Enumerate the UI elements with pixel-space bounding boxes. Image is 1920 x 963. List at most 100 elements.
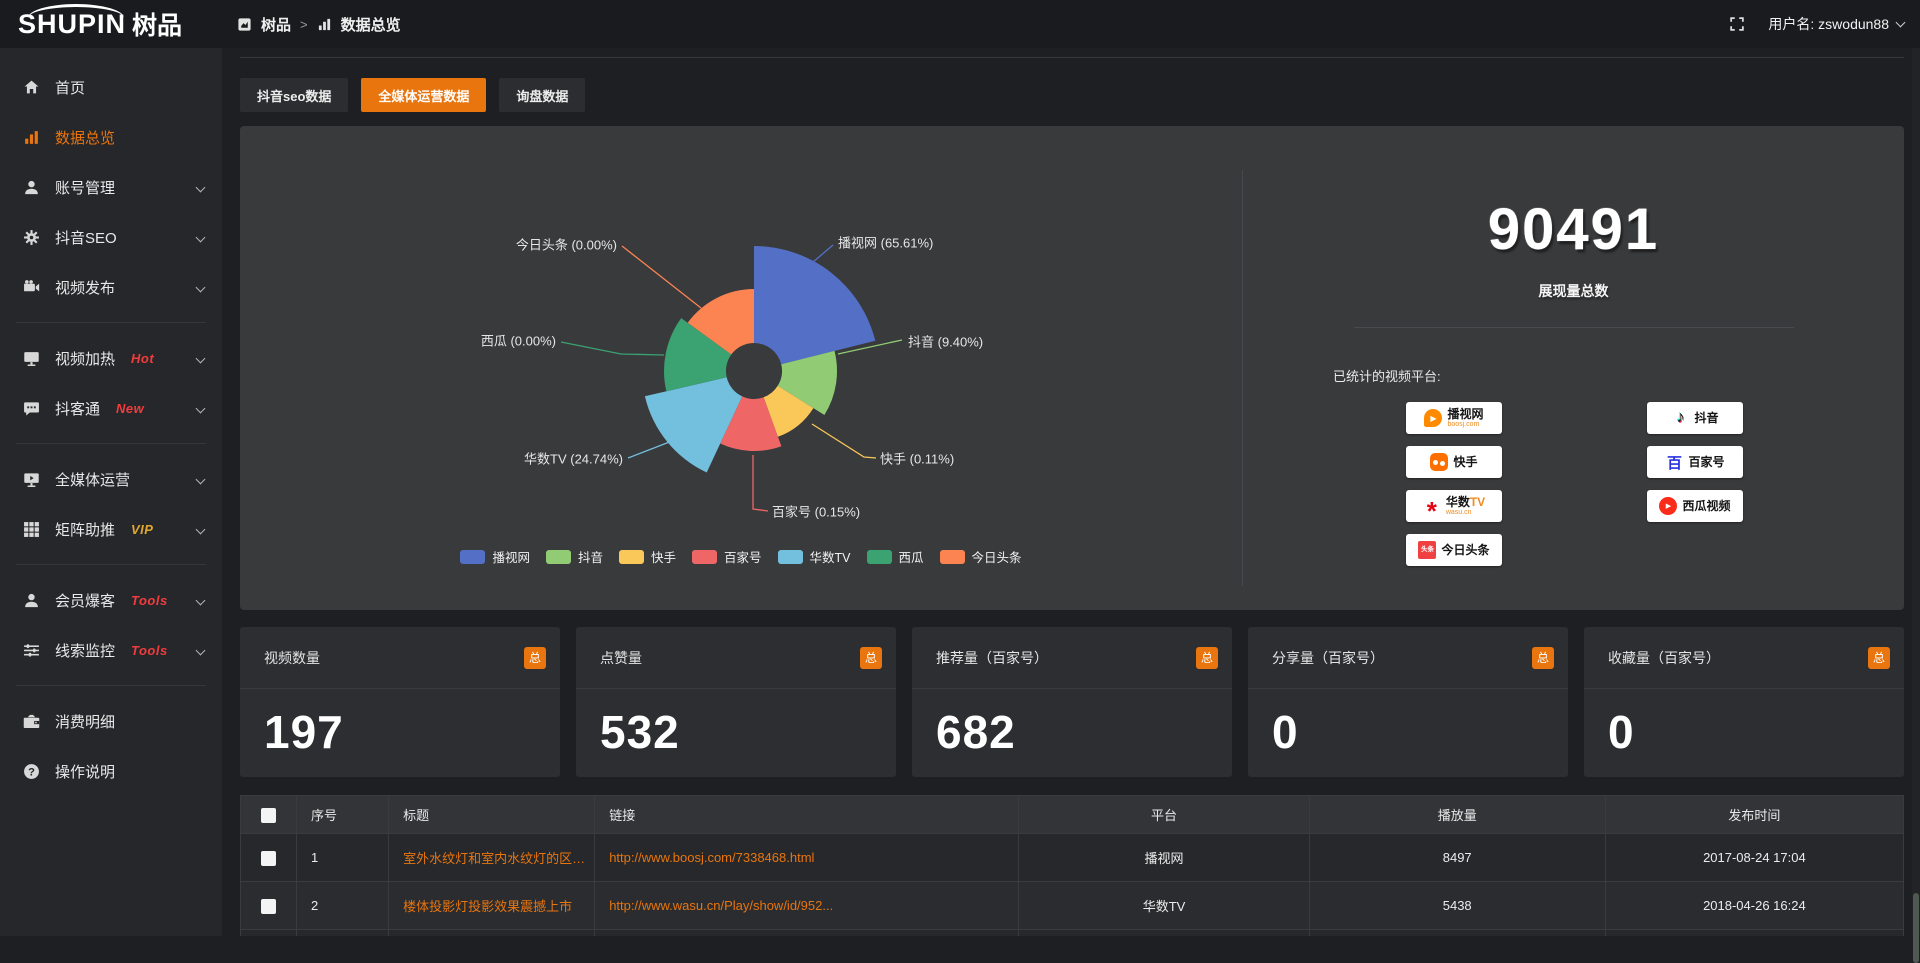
scrollbar-thumb[interactable] <box>1913 893 1919 963</box>
sidebar-item-label: 抖客通 <box>55 398 100 419</box>
select-all-header[interactable] <box>241 796 297 834</box>
tab-bar: 抖音seo数据全媒体运营数据询盘数据 <box>240 78 585 112</box>
platform-badge-今日头条: 头条今日头条 <box>1406 534 1502 566</box>
sidebar-item-label: 数据总览 <box>55 127 115 148</box>
cell-platform <box>1019 930 1309 937</box>
fullscreen-icon[interactable] <box>1728 15 1746 33</box>
tab-询盘数据[interactable]: 询盘数据 <box>499 78 585 112</box>
divider <box>16 322 206 323</box>
boosj-icon: ▶ <box>1424 409 1442 427</box>
rose-pie-chart: 播视网 (65.61%)抖音 (9.40%)快手 (0.11%)百家号 (0.1… <box>240 126 1242 610</box>
topbar: SHUPIN 树品 树品 > 数据总览 用户名: zswodun88 <box>0 0 1920 48</box>
total-badge: 总 <box>860 647 882 669</box>
sidebar-item-1-首页[interactable]: 首页 <box>0 62 222 112</box>
sidebar-item-2-数据总览[interactable]: 数据总览 <box>0 112 222 162</box>
legend-item-快手[interactable]: 快手 <box>619 547 676 566</box>
platform-column-left: ▶播视网boosj.com快手*华数TVwasu.cn头条今日头条 <box>1406 402 1502 566</box>
legend-label: 播视网 <box>492 547 530 566</box>
sidebar-item-7-抖客通[interactable]: 抖客通New <box>0 383 222 433</box>
platform-badge-华数TV: *华数TVwasu.cn <box>1406 490 1502 522</box>
cell-title[interactable] <box>389 930 595 937</box>
platform-name: 播视网 <box>1447 408 1483 420</box>
sidebar-item-4-抖音SEO[interactable]: 抖音SEO <box>0 212 222 262</box>
select-all-checkbox[interactable] <box>261 808 276 823</box>
cell-title[interactable]: 室外水纹灯和室内水纹灯的区别和简介 <box>389 834 595 882</box>
breadcrumb-item-root[interactable]: 树品 <box>261 14 291 35</box>
label-line <box>628 441 672 458</box>
stat-card-value: 0 <box>1248 689 1568 759</box>
brand-name-cn: 树品 <box>132 6 182 42</box>
chevron-down-icon <box>196 283 206 293</box>
main-content: 抖音seo数据全媒体运营数据询盘数据 播视网 (65.61%)抖音 (9.40%… <box>222 48 1920 936</box>
platforms-label: 已统计的视频平台: <box>1333 366 1441 385</box>
legend-label: 西瓜 <box>899 547 924 566</box>
sidebar-item-3-账号管理[interactable]: 账号管理 <box>0 162 222 212</box>
cell-plays: 8497 <box>1309 834 1605 882</box>
platform-name: 抖音 <box>1694 412 1718 424</box>
pie-slice-华数TV[interactable] <box>645 377 742 472</box>
legend-item-西瓜[interactable]: 西瓜 <box>867 547 924 566</box>
tab-抖音seo数据[interactable]: 抖音seo数据 <box>240 78 348 112</box>
pie-slice-播视网[interactable] <box>754 246 875 364</box>
sidebar-item-10-会员爆客[interactable]: 会员爆客Tools <box>0 575 222 625</box>
douyin-icon: ♪ <box>1671 409 1689 427</box>
chart-panel: 播视网 (65.61%)抖音 (9.40%)快手 (0.11%)百家号 (0.1… <box>240 126 1904 610</box>
user-icon <box>23 179 40 196</box>
wallet-icon <box>23 713 40 730</box>
cell-plays <box>1309 930 1605 937</box>
column-header-标题: 标题 <box>389 796 595 834</box>
chevron-down-icon <box>196 646 206 656</box>
row-checkbox[interactable] <box>261 851 276 866</box>
legend-chip <box>619 550 644 564</box>
home-icon <box>23 79 40 96</box>
scrollbar[interactable] <box>1912 48 1920 936</box>
gear-icon <box>23 229 40 246</box>
user-menu[interactable]: 用户名: zswodun88 <box>1768 14 1904 34</box>
breadcrumb-item-current[interactable]: 数据总览 <box>341 14 401 35</box>
row-checkbox[interactable] <box>261 899 276 914</box>
legend-item-今日头条[interactable]: 今日头条 <box>940 547 1022 566</box>
stat-card-分享量（百家号）: 分享量（百家号）总0 <box>1248 627 1568 777</box>
legend-item-百家号[interactable]: 百家号 <box>692 547 762 566</box>
platform-name: 西瓜视频 <box>1682 500 1730 512</box>
sidebar-item-badge: Tools <box>131 643 168 658</box>
video-table: 序号标题链接平台播放量发布时间1室外水纹灯和室内水纹灯的区别和简介http://… <box>240 795 1904 936</box>
cell-publish-time: 2017-08-24 17:04 <box>1605 834 1903 882</box>
sidebar-item-13-操作说明[interactable]: ? 操作说明 <box>0 746 222 796</box>
svg-text:?: ? <box>28 766 35 778</box>
legend-chip <box>778 550 803 564</box>
sidebar-item-11-线索监控[interactable]: 线索监控Tools <box>0 625 222 675</box>
stat-card-title: 推荐量（百家号） <box>936 648 1048 668</box>
legend-chip <box>692 550 717 564</box>
sidebar-item-9-矩阵助推[interactable]: 矩阵助推VIP <box>0 504 222 554</box>
topbar-right: 用户名: zswodun88 <box>1728 0 1904 48</box>
tab-全媒体运营数据[interactable]: 全媒体运营数据 <box>361 78 486 112</box>
cell-link[interactable]: http://www.boosj.com/7338468.html <box>595 834 1019 882</box>
sidebar-item-5-视频发布[interactable]: 视频发布 <box>0 262 222 312</box>
cell-link[interactable]: http://www.wasu.cn/Play/show/id/952... <box>595 882 1019 930</box>
legend-item-华数TV[interactable]: 华数TV <box>778 547 851 566</box>
cell-title[interactable]: 楼体投影灯投影效果震撼上市 <box>389 882 595 930</box>
platform-badge-text: 西瓜视频 <box>1682 500 1730 512</box>
sidebar-item-12-消费明细[interactable]: 消费明细 <box>0 696 222 746</box>
legend-item-抖音[interactable]: 抖音 <box>546 547 603 566</box>
platform-name: 华数TV <box>1446 496 1485 508</box>
legend-label: 百家号 <box>724 547 762 566</box>
chevron-down-icon <box>196 596 206 606</box>
column-header-发布时间: 发布时间 <box>1605 796 1903 834</box>
cell-link[interactable] <box>595 930 1019 937</box>
sidebar-item-8-全媒体运营[interactable]: 全媒体运营 <box>0 454 222 504</box>
sidebar-item-label: 视频加热 <box>55 348 115 369</box>
sidebar-item-label: 账号管理 <box>55 177 115 198</box>
sidebar-item-6-视频加热[interactable]: 视频加热Hot <box>0 333 222 383</box>
legend-label: 今日头条 <box>972 547 1022 566</box>
cell-platform: 播视网 <box>1019 834 1309 882</box>
sidebar-item-label: 操作说明 <box>55 761 115 782</box>
platform-badge-快手: 快手 <box>1406 446 1502 478</box>
stat-card-title: 视频数量 <box>264 648 320 668</box>
platform-subtext: wasu.cn <box>1446 509 1485 516</box>
platform-badge-text: 百家号 <box>1688 456 1724 468</box>
member-icon <box>23 592 40 609</box>
sidebar-item-label: 全媒体运营 <box>55 469 130 490</box>
legend-item-播视网[interactable]: 播视网 <box>460 547 530 566</box>
